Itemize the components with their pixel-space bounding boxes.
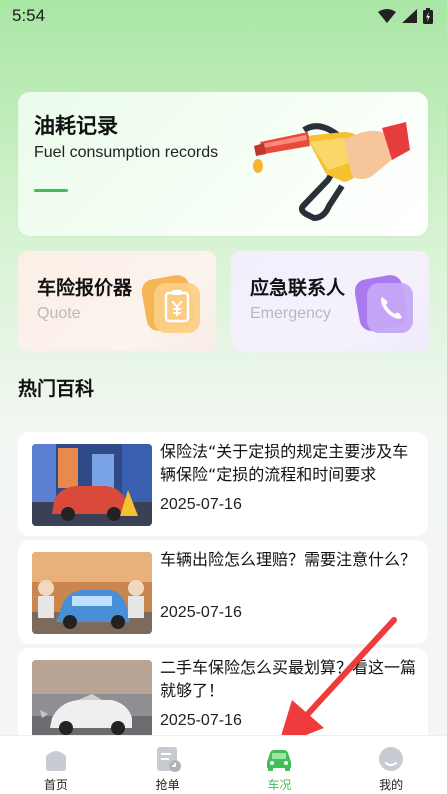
order-icon bbox=[156, 747, 181, 772]
article-date: 2025-07-16 bbox=[160, 604, 242, 621]
car-icon bbox=[267, 750, 292, 771]
article-date: 2025-07-16 bbox=[160, 496, 242, 513]
emergency-card-title: 应急联系人 bbox=[250, 277, 346, 299]
article-thumbnail bbox=[32, 552, 152, 634]
article-title: 保险法“关于定损的规定主要涉及车辆保险“定损的流程和时间要求 bbox=[160, 442, 409, 484]
emergency-card-subtitle: Emergency bbox=[250, 305, 331, 322]
home-icon bbox=[45, 751, 66, 771]
status-time: 5:54 bbox=[12, 6, 46, 25]
article-date: 2025-07-16 bbox=[160, 712, 242, 729]
tab-profile[interactable]: 我的 bbox=[335, 736, 447, 794]
list-item[interactable]: 保险法“关于定损的规定主要涉及车辆保险“定损的流程和时间要求 2025-07-1… bbox=[18, 432, 428, 536]
status-bar: 5:54 bbox=[0, 0, 447, 32]
tab-home[interactable]: 首页 bbox=[0, 736, 112, 794]
section-title: 热门百科 bbox=[18, 378, 95, 400]
article-thumbnail bbox=[32, 444, 152, 526]
profile-icon bbox=[379, 747, 404, 771]
clipboard-yen-icon bbox=[142, 275, 200, 333]
tab-label: 首页 bbox=[43, 778, 68, 792]
fuel-nozzle-icon bbox=[253, 122, 410, 222]
quote-card[interactable]: 车险报价器 Quote bbox=[18, 251, 216, 351]
quote-card-title: 车险报价器 bbox=[37, 277, 133, 299]
wifi-icon bbox=[378, 9, 396, 23]
emergency-card[interactable]: 应急联系人 Emergency bbox=[231, 251, 429, 351]
status-icons bbox=[378, 8, 433, 24]
article-title: 车辆出险怎么理赔？需要注意什么？ bbox=[160, 550, 417, 569]
tab-label: 车况 bbox=[267, 778, 292, 792]
bottom-tab-bar: 首页 抢单 车况 我的 bbox=[0, 735, 447, 794]
battery-icon bbox=[423, 8, 433, 24]
fuel-consumption-card[interactable]: 油耗记录 Fuel consumption records bbox=[18, 92, 428, 236]
annotation-arrow-icon bbox=[278, 617, 397, 746]
tab-car-status[interactable]: 车况 bbox=[224, 736, 336, 794]
tab-label: 抢单 bbox=[155, 778, 180, 792]
quote-card-subtitle: Quote bbox=[37, 305, 81, 322]
phone-icon bbox=[355, 275, 413, 333]
tab-label: 我的 bbox=[379, 778, 404, 792]
arrow-right-icon bbox=[34, 189, 68, 192]
fuel-card-subtitle: Fuel consumption records bbox=[34, 144, 219, 161]
tab-orders[interactable]: 抢单 bbox=[112, 736, 224, 794]
article-thumbnail bbox=[32, 660, 152, 742]
fuel-card-title: 油耗记录 bbox=[34, 114, 118, 138]
signal-icon bbox=[402, 9, 417, 23]
